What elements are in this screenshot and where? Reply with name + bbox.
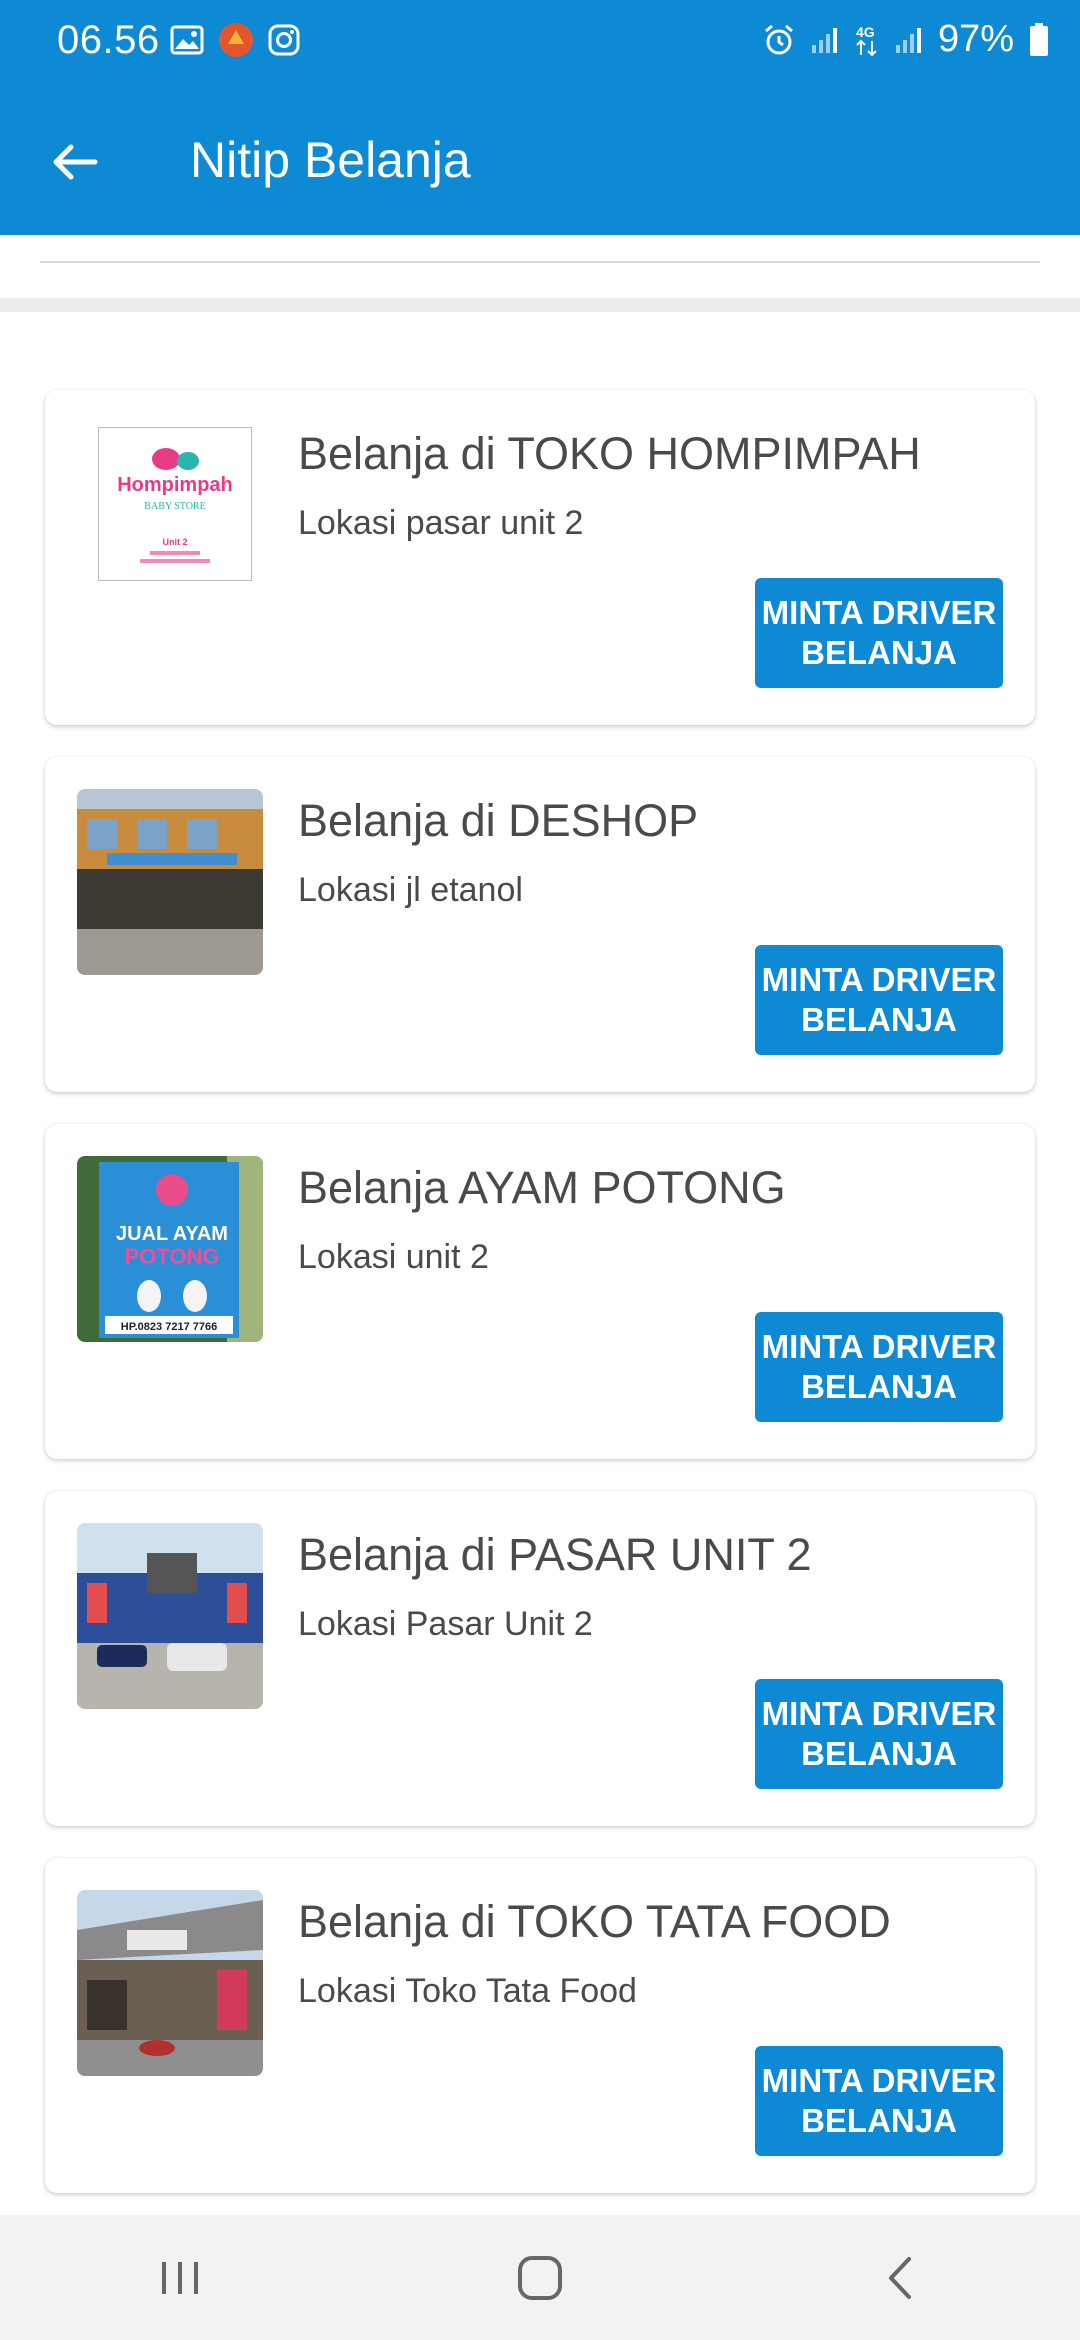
button-label-line2: BELANJA	[801, 2102, 957, 2139]
gallery-icon	[170, 25, 204, 55]
request-driver-button[interactable]: MINTA DRIVER BELANJA	[755, 1679, 1003, 1789]
divider	[40, 261, 1040, 263]
store-thumbnail-hompimpah: Hompimpah BABY STORE Unit 2	[98, 427, 252, 581]
button-label-line2: BELANJA	[801, 634, 957, 671]
nav-back-icon	[889, 2256, 911, 2299]
back-arrow-icon	[53, 144, 98, 180]
button-label-line1: MINTA DRIVER	[761, 1328, 997, 1365]
store-location: Lokasi jl etanol	[298, 871, 523, 909]
store-card[interactable]: JUAL AYAM POTONG HP.0823 7217 7766 Belan…	[45, 1124, 1035, 1459]
store-thumbnail-tata-food	[77, 1890, 263, 2076]
status-bar: 06.56 4G 97%	[0, 0, 1080, 85]
recent-apps-button[interactable]	[120, 2233, 240, 2323]
signal-icon	[895, 27, 921, 53]
store-title: Belanja di DESHOP	[298, 795, 699, 846]
button-label-line1: MINTA DRIVER	[761, 961, 997, 998]
store-list: Hompimpah BABY STORE Unit 2 Belanja di T…	[45, 390, 1035, 2225]
4g-icon: 4G	[856, 24, 877, 56]
store-title: Belanja AYAM POTONG	[298, 1162, 786, 1213]
section-separator	[0, 298, 1080, 312]
nav-back-button[interactable]	[840, 2233, 960, 2323]
store-location: Lokasi Pasar Unit 2	[298, 1605, 593, 1643]
store-card[interactable]: Belanja di PASAR UNIT 2 Lokasi Pasar Uni…	[45, 1491, 1035, 1826]
store-location: Lokasi pasar unit 2	[298, 504, 584, 542]
banner-phone: HP.0823 7217 7766	[121, 1321, 217, 1333]
battery-percentage: 97%	[937, 18, 1014, 60]
svg-text:4G: 4G	[856, 24, 875, 40]
store-card[interactable]: Belanja di DESHOP Lokasi jl etanol MINTA…	[45, 757, 1035, 1092]
home-icon	[518, 2255, 562, 2300]
status-time: 06.56	[57, 18, 160, 62]
system-navigation-bar	[0, 2215, 1080, 2340]
request-driver-button[interactable]: MINTA DRIVER BELANJA	[755, 1312, 1003, 1422]
store-thumbnail-ayam-potong: JUAL AYAM POTONG HP.0823 7217 7766	[77, 1156, 263, 1342]
store-card[interactable]: Hompimpah BABY STORE Unit 2 Belanja di T…	[45, 390, 1035, 725]
signal-icon	[811, 27, 837, 53]
app-notification-icon	[219, 23, 253, 57]
logo-name: Hompimpah	[117, 474, 233, 496]
button-label-line1: MINTA DRIVER	[761, 594, 997, 631]
store-location: Lokasi Toko Tata Food	[298, 1972, 637, 2010]
request-driver-button[interactable]: MINTA DRIVER BELANJA	[755, 945, 1003, 1055]
button-label-line1: MINTA DRIVER	[761, 2062, 997, 2099]
store-card[interactable]: Belanja di TOKO TATA FOOD Lokasi Toko Ta…	[45, 1858, 1035, 2193]
home-button[interactable]	[480, 2233, 600, 2323]
page-title: Nitip Belanja	[190, 132, 471, 188]
store-location: Lokasi unit 2	[298, 1238, 489, 1276]
banner-line2: POTONG	[125, 1244, 220, 1269]
store-title: Belanja di TOKO HOMPIMPAH	[298, 428, 921, 479]
status-system-icons: 4G 97%	[762, 18, 1050, 61]
button-label-line2: BELANJA	[801, 1735, 957, 1772]
logo-sub: BABY STORE	[144, 501, 205, 512]
alarm-icon	[764, 24, 793, 54]
instagram-icon	[268, 24, 300, 56]
store-thumbnail-pasar-unit-2	[77, 1523, 263, 1709]
button-label-line2: BELANJA	[801, 1368, 957, 1405]
status-notification-icons	[170, 22, 300, 58]
recent-apps-icon	[162, 2261, 198, 2294]
store-thumbnail-deshop	[77, 789, 263, 975]
banner-line1: JUAL AYAM	[116, 1223, 228, 1245]
logo-unit: Unit 2	[162, 537, 187, 547]
request-driver-button[interactable]: MINTA DRIVER BELANJA	[755, 2046, 1003, 2156]
store-title: Belanja di TOKO TATA FOOD	[298, 1896, 891, 1947]
app-bar: Nitip Belanja	[0, 85, 1080, 235]
back-button[interactable]	[40, 127, 110, 197]
battery-icon	[1030, 22, 1048, 56]
request-driver-button[interactable]: MINTA DRIVER BELANJA	[755, 578, 1003, 688]
store-title: Belanja di PASAR UNIT 2	[298, 1529, 812, 1580]
button-label-line2: BELANJA	[801, 1001, 957, 1038]
button-label-line1: MINTA DRIVER	[761, 1695, 997, 1732]
